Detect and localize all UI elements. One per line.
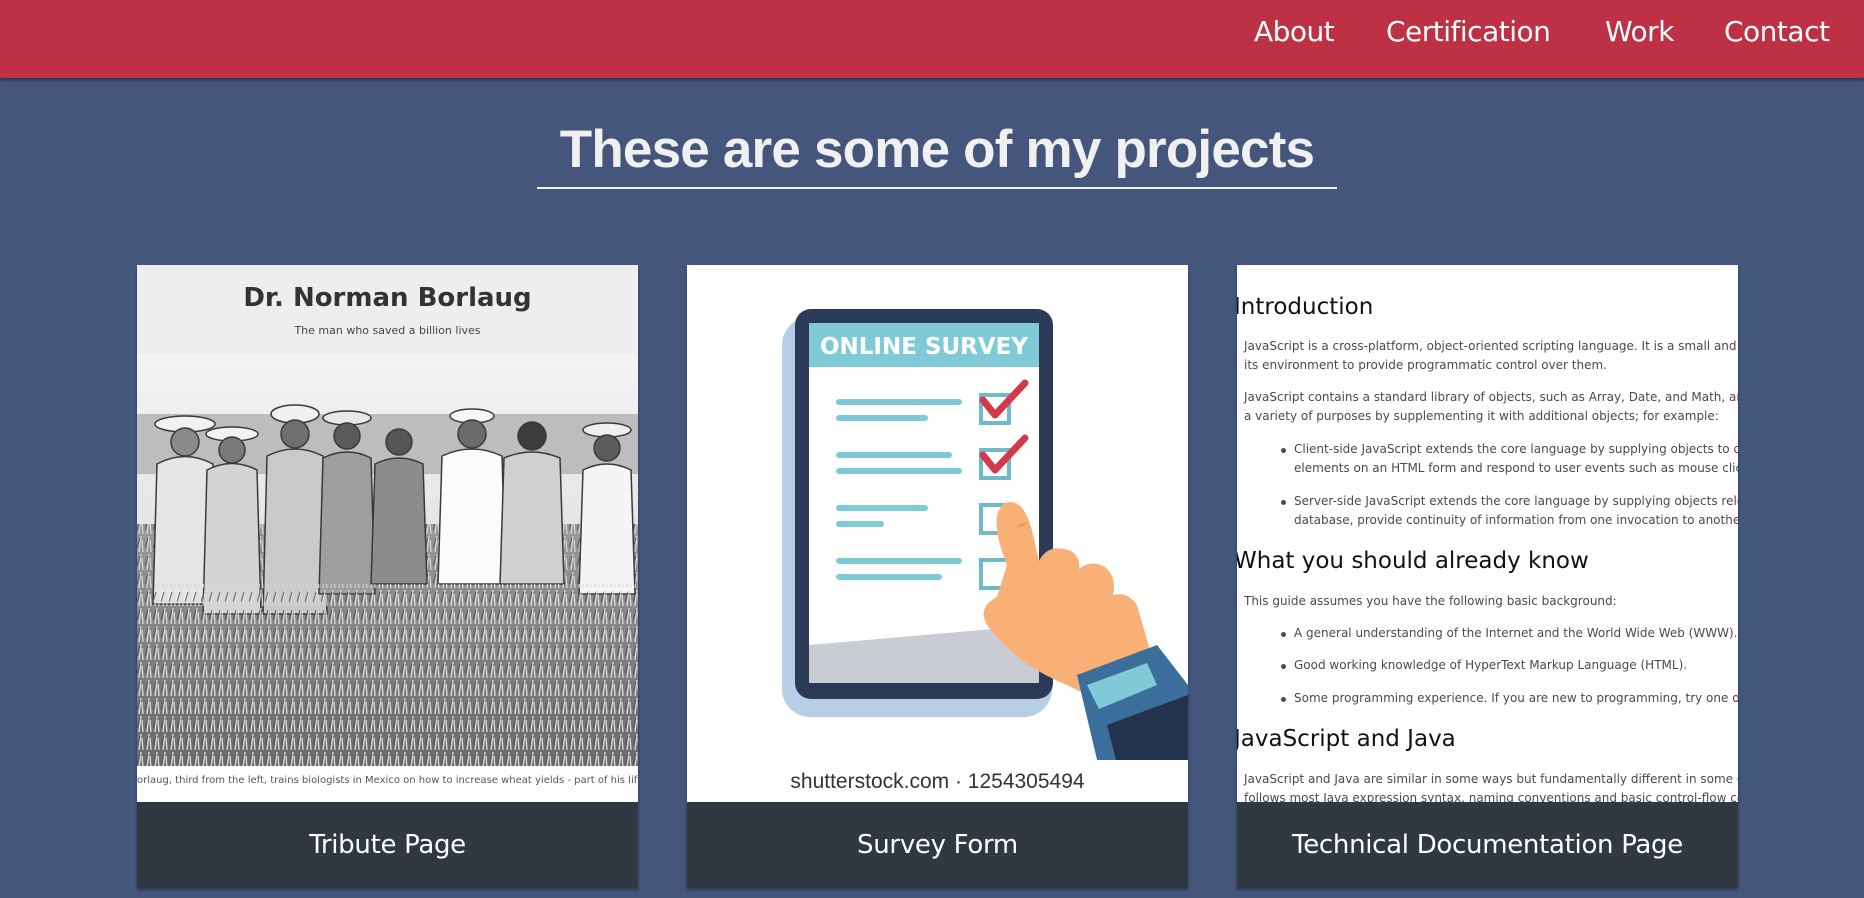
project-title-survey-form: Survey Form [857,830,1018,860]
tribute-header: Dr. Norman Borlaug The man who saved a b… [137,265,638,354]
doc-list-item: A general understanding of the Internet … [1280,624,1737,643]
project-tile-technical-documentation-page[interactable]: Introduction JavaScript is a cross-platf… [1237,265,1738,888]
doc-list-item: Good working knowledge of HyperText Mark… [1280,656,1687,675]
doc-list-item-continuation: elements on an HTML form and respond to … [1294,461,1738,475]
doc-paragraph: a variety of purposes by supplementing i… [1244,409,1719,423]
wheat-field-photo [137,354,638,766]
doc-paragraph: its environment to provide programmatic … [1244,358,1607,372]
project-tile-survey-form[interactable]: ONLINE SURVEY shutterstock.com · 1254305… [687,265,1188,888]
doc-list-item: Some programming experience. If you are … [1280,689,1738,708]
project-title-tribute-page: Tribute Page [309,830,466,860]
doc-paragraph: This guide assumes you have the followin… [1244,594,1617,608]
tribute-heading: Dr. Norman Borlaug [243,283,532,313]
documentation-preview: Introduction JavaScript is a cross-platf… [1237,265,1738,802]
doc-list-item: Client-side JavaScript extends the core … [1281,440,1738,459]
technical-documentation-thumbnail: Introduction JavaScript is a cross-platf… [1237,265,1738,802]
tribute-caption: orlaug, third from the left, trains biol… [137,775,638,786]
title-underline [537,187,1337,189]
doc-paragraph: JavaScript and Java are similar in some … [1244,772,1738,786]
doc-heading-introduction: Introduction [1237,294,1374,320]
doc-paragraph: JavaScript contains a standard library o… [1244,390,1738,404]
tribute-page-thumbnail: Dr. Norman Borlaug The man who saved a b… [137,265,638,802]
project-title-technical-documentation: Technical Documentation Page [1292,830,1683,860]
doc-paragraph: follows most Java expression syntax, nam… [1244,791,1738,802]
doc-heading-javascript-and-java: JavaScript and Java [1237,726,1456,752]
survey-form-thumbnail: ONLINE SURVEY shutterstock.com · 1254305… [687,265,1188,802]
survey-caption: shutterstock.com · 1254305494 [790,770,1085,793]
nav-link-work[interactable]: Work [1605,14,1674,50]
nav-link-about[interactable]: About [1254,14,1335,50]
tribute-subheading: The man who saved a billion lives [294,324,481,337]
doc-list-item-continuation: database, provide continuity of informat… [1294,513,1738,527]
nav-link-contact[interactable]: Contact [1724,14,1830,50]
doc-paragraph: JavaScript is a cross-platform, object-o… [1244,339,1738,353]
nav-link-certification[interactable]: Certification [1386,14,1551,50]
survey-banner: ONLINE SURVEY [820,334,1028,360]
online-survey-illustration: ONLINE SURVEY [687,309,1188,802]
doc-heading-what-you-should-know: What you should already know [1237,548,1589,574]
navbar: About Certification Work Contact [0,0,1864,78]
projects-section-title: These are some of my projects [559,120,1315,179]
doc-list-item: Server-side JavaScript extends the core … [1280,492,1738,511]
project-tile-tribute-page[interactable]: Dr. Norman Borlaug The man who saved a b… [137,265,638,888]
